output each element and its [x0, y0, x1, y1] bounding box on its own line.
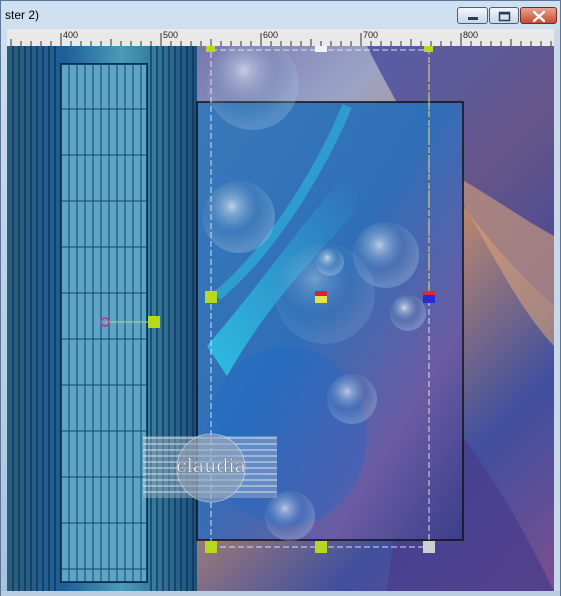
maximize-button[interactable]: [489, 7, 519, 24]
window-title: ster 2): [5, 8, 40, 22]
maximize-icon: [498, 11, 511, 22]
ruler-label: 700: [363, 30, 379, 40]
watermark-text: claudia: [176, 455, 246, 477]
artwork: claudia: [7, 46, 554, 591]
ruler-label: 600: [263, 30, 279, 40]
window-bottom-edge: [1, 591, 560, 596]
application-window: ster 2) 400 500 600 700 800 claudia: [0, 0, 561, 596]
vertical-scrollbar[interactable]: [554, 29, 560, 591]
minimize-button[interactable]: [457, 7, 488, 24]
image-canvas[interactable]: claudia: [7, 46, 554, 591]
close-icon: [532, 10, 546, 23]
ruler-label: 500: [163, 30, 179, 40]
ruler-label: 800: [463, 30, 479, 40]
ruler-label: 400: [63, 30, 79, 40]
minimize-icon: [468, 17, 478, 20]
horizontal-ruler: 400 500 600 700 800: [7, 29, 554, 47]
title-bar[interactable]: ster 2): [1, 1, 560, 29]
close-button[interactable]: [520, 7, 557, 24]
